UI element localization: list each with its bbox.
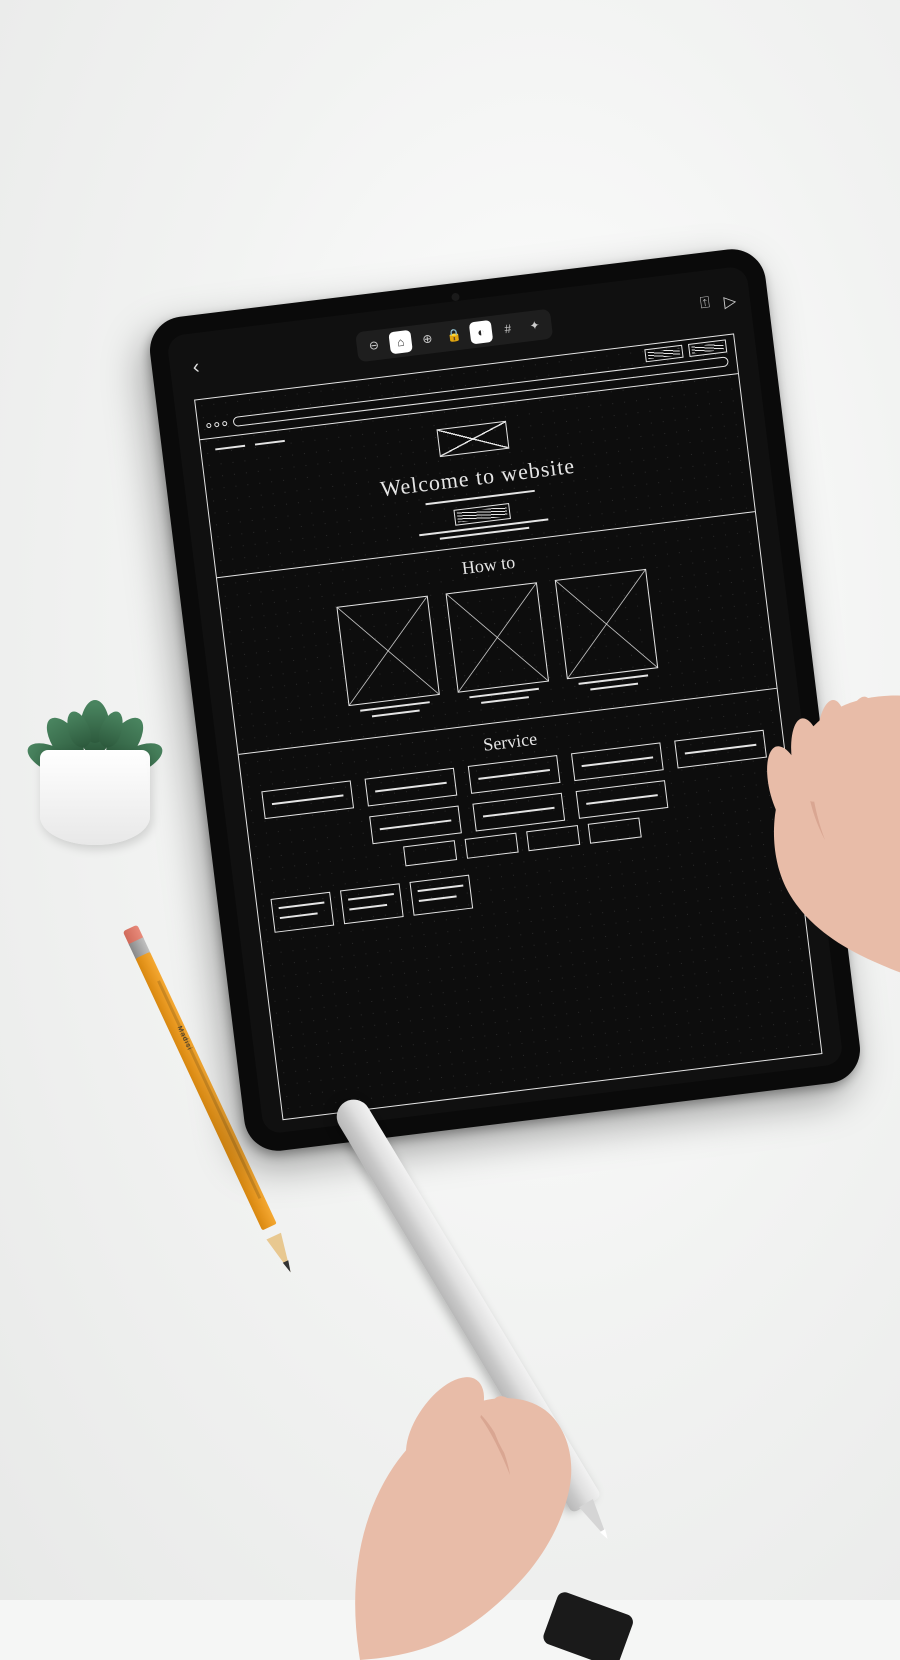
right-hand — [660, 640, 900, 1060]
zoom-in-icon[interactable]: ⊕ — [415, 327, 440, 352]
settings-icon[interactable]: ✦ — [522, 313, 547, 338]
tool-cluster: ⊖ ⌂ ⊕ 🔒 ◐ # ✦ — [355, 309, 553, 363]
wf-chip — [588, 818, 642, 844]
wf-service-item — [369, 805, 462, 844]
wf-text-line — [590, 683, 638, 691]
wf-tab-placeholder — [688, 339, 727, 357]
wf-text-line — [372, 709, 420, 717]
wf-footer-box — [340, 883, 404, 924]
wf-service-item — [576, 780, 669, 819]
contrast-icon[interactable]: ◐ — [469, 320, 494, 345]
wf-footer-box — [409, 875, 473, 916]
wf-chip — [526, 825, 580, 851]
camera-icon[interactable]: ⌂ — [388, 330, 413, 355]
left-hand — [280, 1260, 640, 1660]
wf-chip — [403, 840, 457, 866]
wf-tab-placeholder — [644, 345, 683, 363]
wf-service-item — [468, 755, 561, 794]
zoom-out-icon[interactable]: ⊖ — [362, 333, 387, 358]
wf-window-dot — [206, 422, 212, 428]
succulent-plant — [30, 675, 160, 845]
wf-text-line — [481, 696, 529, 704]
wf-footer-box — [271, 892, 335, 933]
back-button[interactable]: ‹ — [183, 354, 210, 380]
share-icon[interactable]: ⍐ — [699, 294, 711, 315]
wf-card — [555, 569, 660, 693]
wf-card — [336, 596, 441, 720]
wf-card — [446, 582, 551, 706]
lock-icon[interactable]: 🔒 — [442, 323, 467, 348]
wf-text-line — [440, 527, 530, 540]
wf-service-item — [571, 742, 664, 781]
wf-service-item — [365, 768, 458, 807]
wf-nav-item — [255, 440, 285, 446]
wf-window-dot — [214, 421, 220, 427]
wf-cta-button — [453, 503, 511, 526]
wf-service-item — [261, 780, 354, 819]
wf-nav-item — [215, 445, 245, 451]
wf-image-placeholder — [555, 569, 659, 679]
play-icon[interactable]: ▷ — [723, 291, 738, 312]
wf-chip — [465, 833, 519, 859]
wf-image-placeholder — [446, 582, 550, 692]
wf-service-item — [472, 793, 565, 832]
wf-window-dot — [222, 420, 228, 426]
wf-logo-placeholder — [437, 421, 510, 457]
grid-icon[interactable]: # — [496, 317, 521, 342]
wf-image-placeholder — [336, 596, 440, 706]
